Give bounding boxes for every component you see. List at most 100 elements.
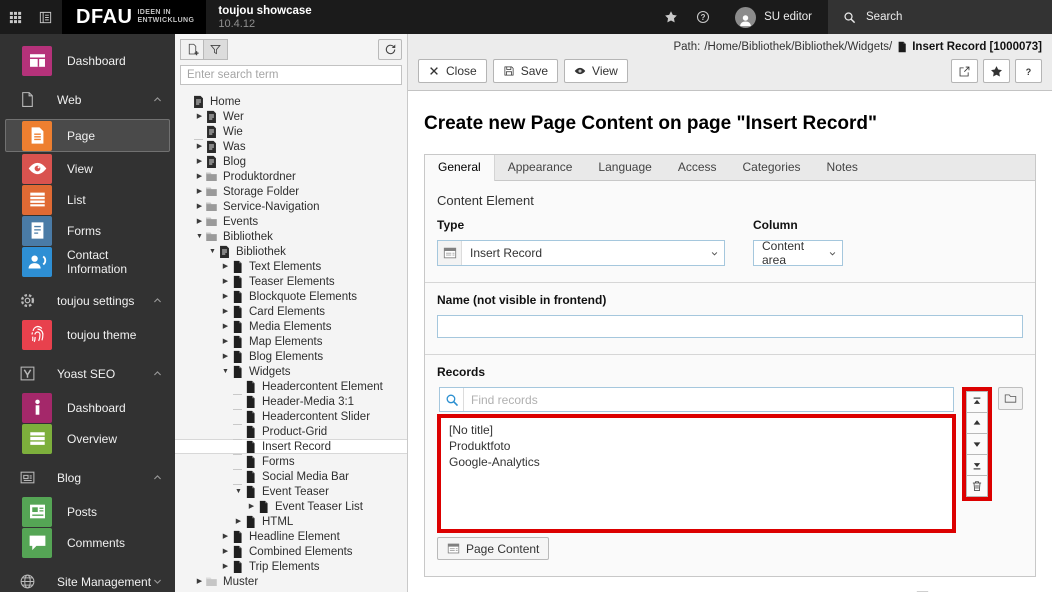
expand-arrow-icon[interactable]: ▶ [194, 184, 205, 199]
expand-arrow-icon[interactable]: ▶ [246, 499, 257, 514]
global-search[interactable]: Search [828, 0, 1052, 34]
help-icon[interactable]: ? [687, 0, 719, 34]
tab-appearance[interactable]: Appearance [495, 155, 586, 180]
tree-item-headercontent-slider[interactable]: Headercontent Slider [175, 409, 407, 425]
filter-button[interactable] [204, 39, 228, 60]
sidebar-item-yoast-seo[interactable]: Yoast SEO [0, 361, 175, 392]
expand-arrow-icon[interactable]: ▶ [220, 349, 231, 364]
sidebar-item-blog[interactable]: Blog [0, 465, 175, 496]
tree-item-text-elements[interactable]: ▶ Text Elements [175, 259, 407, 274]
module-menu-toggle-icon[interactable] [0, 0, 30, 34]
sidebar-item-comments[interactable]: Comments [0, 527, 175, 558]
tree-item-teaser-elements[interactable]: ▶ Teaser Elements [175, 274, 407, 289]
close-button[interactable]: Close [418, 59, 487, 83]
tree-item-produktordner[interactable]: ▶ Produktordner [175, 169, 407, 184]
expand-arrow-icon[interactable]: ▶ [194, 169, 205, 184]
expand-arrow-icon[interactable]: ▶ [194, 199, 205, 214]
tree-item-home[interactable]: Home [175, 94, 407, 109]
tree-item-blog[interactable]: ▶ Blog [175, 154, 407, 169]
tree-item-map-elements[interactable]: ▶ Map Elements [175, 334, 407, 349]
expand-arrow-icon[interactable]: ▶ [233, 514, 244, 529]
move-up-button[interactable] [966, 412, 989, 434]
open-in-new-window-button[interactable] [951, 59, 978, 83]
expand-arrow-icon[interactable]: ▶ [194, 214, 205, 229]
tree-item-combined-elements[interactable]: ▶ Combined Elements [175, 544, 407, 559]
expand-arrow-icon[interactable]: ▶ [220, 559, 231, 574]
expand-arrow-icon[interactable]: ▶ [194, 139, 205, 154]
user-menu[interactable]: SU editor [719, 0, 828, 34]
expand-arrow-icon[interactable]: ▶ [220, 289, 231, 304]
expand-arrow-icon[interactable]: ▶ [220, 529, 231, 544]
tree-item-bibliothek[interactable]: ▼ Bibliothek [175, 244, 407, 259]
tree-item-blockquote-elements[interactable]: ▶ Blockquote Elements [175, 289, 407, 304]
tree-search-input[interactable] [180, 65, 402, 85]
pagetree-toggle-icon[interactable] [30, 0, 60, 34]
tab-general[interactable]: General [425, 155, 495, 181]
expand-arrow-icon[interactable]: ▶ [220, 304, 231, 319]
tree-item-headline-element[interactable]: ▶ Headline Element [175, 529, 407, 544]
expand-arrow-icon[interactable]: ▶ [194, 574, 205, 589]
tree-item-was[interactable]: ▶ Was [175, 139, 407, 154]
expand-arrow-icon[interactable]: ▶ [194, 154, 205, 169]
delete-button[interactable] [966, 475, 989, 497]
save-button[interactable]: Save [492, 59, 559, 83]
name-input[interactable] [437, 315, 1023, 338]
collapse-arrow-icon[interactable]: ▼ [194, 229, 205, 244]
sidebar-item-web[interactable]: Web [0, 87, 175, 118]
bookmark-button[interactable] [983, 59, 1010, 83]
tree-item-service-navigation[interactable]: ▶ Service-Navigation [175, 199, 407, 214]
tree-item-html[interactable]: ▶ HTML [175, 514, 407, 529]
sidebar-item-dashboard[interactable]: Dashboard [0, 45, 175, 76]
sidebar-item-overview[interactable]: Overview [0, 423, 175, 454]
find-records-input[interactable] [464, 388, 954, 411]
tree-item-wie[interactable]: Wie [175, 124, 407, 140]
expand-arrow-icon[interactable]: ▶ [220, 544, 231, 559]
expand-arrow-icon[interactable]: ▶ [220, 274, 231, 289]
bookmarks-icon[interactable] [655, 0, 687, 34]
new-page-button[interactable] [180, 39, 204, 60]
expand-arrow-icon[interactable]: ▶ [194, 109, 205, 124]
tree-item-muster[interactable]: ▶ Muster [175, 574, 407, 589]
tree-item-card-elements[interactable]: ▶ Card Elements [175, 304, 407, 319]
sidebar-item-list[interactable]: List [0, 184, 175, 215]
tree-item-bibliothek[interactable]: ▼ Bibliothek [175, 229, 407, 244]
tree-item-insert-record[interactable]: Insert Record [175, 439, 407, 455]
tab-access[interactable]: Access [665, 155, 730, 180]
collapse-arrow-icon[interactable]: ▼ [233, 484, 244, 499]
browse-records-button[interactable] [998, 387, 1023, 410]
tree-item-headercontent-element[interactable]: Headercontent Element [175, 379, 407, 395]
move-to-top-button[interactable] [966, 391, 989, 413]
view-button[interactable]: View [564, 59, 628, 83]
tree-item-product-grid[interactable]: Product-Grid [175, 424, 407, 440]
sidebar-item-dashboard[interactable]: Dashboard [0, 392, 175, 423]
tree-item-social-media-bar[interactable]: Social Media Bar [175, 469, 407, 485]
tree-item-forms[interactable]: Forms [175, 454, 407, 470]
sidebar-item-forms[interactable]: Forms [0, 215, 175, 246]
tree-item-media-elements[interactable]: ▶ Media Elements [175, 319, 407, 334]
sidebar-item-view[interactable]: View [0, 153, 175, 184]
tree-item-widgets[interactable]: ▼ Widgets [175, 364, 407, 379]
expand-arrow-icon[interactable]: ▶ [220, 319, 231, 334]
tree-item-storage-folder[interactable]: ▶ Storage Folder [175, 184, 407, 199]
tree-item-blog-elements[interactable]: ▶ Blog Elements [175, 349, 407, 364]
expand-arrow-icon[interactable]: ▶ [220, 334, 231, 349]
collapse-arrow-icon[interactable]: ▼ [207, 244, 218, 259]
sidebar-item-contact-information[interactable]: Contact Information [0, 246, 175, 277]
move-down-button[interactable] [966, 433, 989, 455]
sidebar-item-page[interactable]: Page [5, 119, 170, 152]
tree-item-trip-elements[interactable]: ▶ Trip Elements [175, 559, 407, 574]
column-select[interactable]: Content area [753, 239, 843, 267]
tree-item-events[interactable]: ▶ Events [175, 214, 407, 229]
record-item[interactable]: Produktfoto [449, 438, 944, 454]
record-item[interactable]: Google-Analytics [449, 454, 944, 470]
type-select[interactable]: Insert Record [437, 240, 725, 266]
doc-help-button[interactable]: ? [1015, 59, 1042, 83]
tree-item-wer[interactable]: ▶ Wer [175, 109, 407, 124]
tree-item-header-media-3-1[interactable]: Header-Media 3:1 [175, 394, 407, 410]
move-to-bottom-button[interactable] [966, 454, 989, 476]
record-item[interactable]: [No title] [449, 422, 944, 438]
refresh-button[interactable] [378, 39, 402, 60]
sidebar-item-toujou-theme[interactable]: toujou theme [0, 319, 175, 350]
tree-item-event-teaser[interactable]: ▼ Event Teaser [175, 484, 407, 499]
tab-language[interactable]: Language [585, 155, 664, 180]
